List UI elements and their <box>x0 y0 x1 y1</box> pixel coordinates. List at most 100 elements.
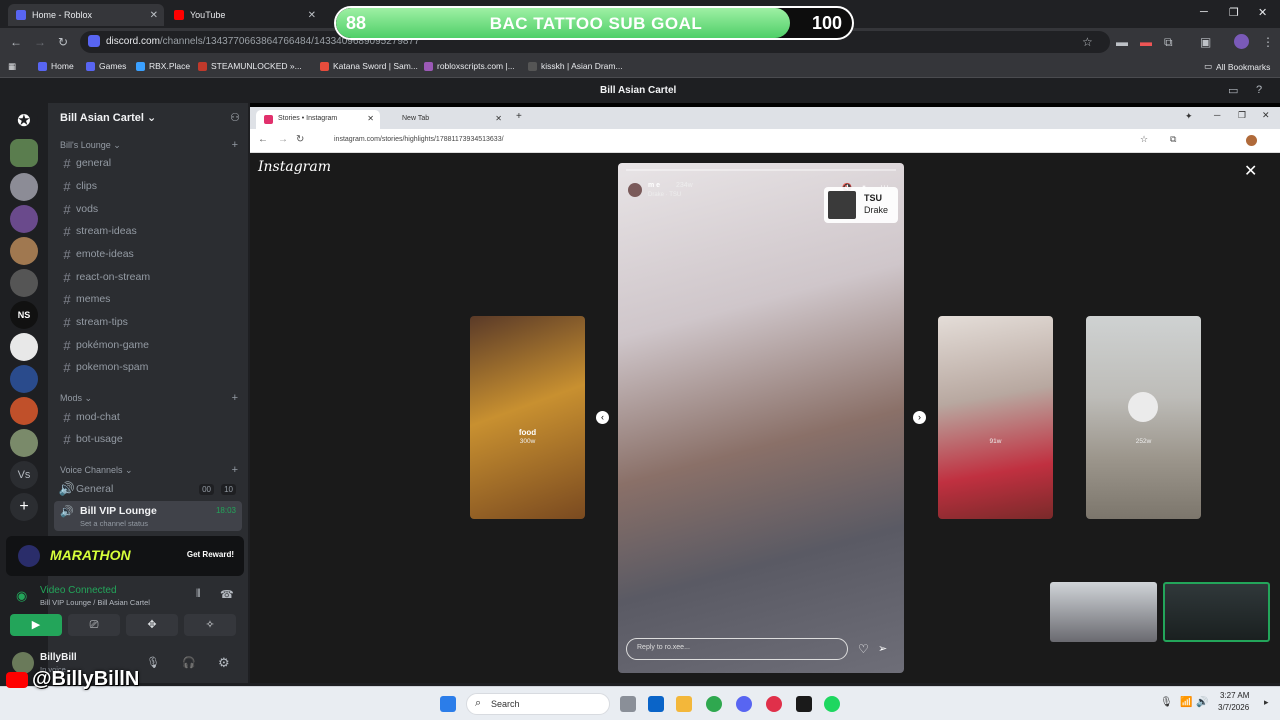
extension-red-icon[interactable]: ▬ <box>1140 35 1152 49</box>
forward-icon[interactable]: → <box>278 134 288 145</box>
profile-avatar[interactable] <box>1246 135 1257 146</box>
spotify-icon[interactable] <box>824 696 840 712</box>
maximize-icon[interactable]: ❐ <box>1229 6 1239 19</box>
server-icon[interactable] <box>10 139 38 167</box>
music-sticker[interactable]: TSU Drake <box>824 187 898 223</box>
server-icon[interactable] <box>10 333 38 361</box>
ig-tab-stories[interactable]: Stories • Instagram ✕ <box>256 110 380 129</box>
chevron-right-icon[interactable]: › <box>913 411 926 424</box>
channel-stream-tips[interactable]: # stream-tips <box>58 312 240 332</box>
highlight-food[interactable]: food 300w <box>470 316 585 519</box>
bookmark-home[interactable]: Home <box>38 61 74 71</box>
channel-bot-usage[interactable]: # bot-usage <box>58 429 240 449</box>
channel-status[interactable]: Set a channel status <box>80 519 148 528</box>
category-voice-channels[interactable]: Voice Channels ⌄ <box>60 465 133 476</box>
new-tab-icon[interactable]: + <box>516 111 522 122</box>
channel-general[interactable]: # general <box>58 153 240 173</box>
channel-react-on-stream[interactable]: # react-on-stream <box>58 267 240 287</box>
bookmark-rbxplace[interactable]: RBX.Place <box>136 61 190 71</box>
all-bookmarks[interactable]: ▭ All Bookmarks <box>1204 61 1270 72</box>
forward-icon[interactable]: → <box>34 35 46 49</box>
add-channel-icon[interactable]: + <box>232 139 238 151</box>
minimize-icon[interactable]: ─ <box>1200 6 1208 18</box>
invite-icon[interactable]: ⚇ <box>230 111 240 124</box>
close-icon[interactable]: ✕ <box>1244 161 1257 181</box>
ig-tab-new[interactable]: New Tab ✕ <box>384 110 508 129</box>
main-story[interactable]: m e 234w Drake · TSU 🔇 ⏸ ⋯ TSU Drake Rep… <box>618 163 904 673</box>
screen-share-button[interactable]: ⎚ <box>68 614 120 636</box>
discord-home-icon[interactable]: ✪ <box>10 107 38 135</box>
channel-vods[interactable]: # vods <box>58 199 240 219</box>
volume-icon[interactable]: 🔊 <box>1196 697 1208 708</box>
close-icon[interactable]: ✕ <box>367 114 374 123</box>
discord-icon[interactable] <box>736 696 752 712</box>
category-mods[interactable]: Mods ⌄ <box>60 393 92 404</box>
store-icon[interactable] <box>648 696 664 712</box>
reload-icon[interactable]: ↻ <box>58 35 68 49</box>
file-explorer-icon[interactable] <box>676 696 692 712</box>
clock-time[interactable]: 3:27 AM <box>1220 691 1249 700</box>
apps-icon[interactable]: ▦ <box>8 61 16 72</box>
maximize-icon[interactable]: ❐ <box>1238 110 1246 121</box>
headphones-icon[interactable]: 🎧 <box>182 656 196 669</box>
bookmark-kisskh[interactable]: kisskh | Asian Dram... <box>528 61 623 71</box>
wifi-icon[interactable]: 📶 <box>1180 697 1192 708</box>
voice-channel-general[interactable]: 🔊 General 00 10 <box>58 479 240 499</box>
server-ns-icon[interactable]: NS <box>10 301 38 329</box>
gemini-icon[interactable]: ✦ <box>1185 111 1193 122</box>
server-icon[interactable] <box>10 429 38 457</box>
server-icon[interactable] <box>10 205 38 233</box>
back-icon[interactable]: ← <box>10 35 22 49</box>
soundboard-button[interactable]: ✧ <box>184 614 236 636</box>
story-username[interactable]: m e <box>648 182 660 189</box>
add-channel-icon[interactable]: + <box>232 464 238 476</box>
bookmark-robloxscripts[interactable]: robloxscripts.com |... <box>424 61 515 71</box>
promo-banner[interactable]: MARATHON Get Reward! <box>6 536 244 576</box>
sidepanel-icon[interactable]: ▣ <box>1200 35 1211 49</box>
server-icon[interactable] <box>10 173 38 201</box>
extension-icon[interactable]: ⧉ <box>1170 134 1176 145</box>
activities-button[interactable]: ✥ <box>126 614 178 636</box>
clock-date[interactable]: 3/7/2026 <box>1218 703 1249 712</box>
close-window-icon[interactable]: ✕ <box>1258 6 1267 19</box>
chevron-left-icon[interactable]: ‹ <box>596 411 609 424</box>
star-icon[interactable]: ☆ <box>1140 134 1148 145</box>
star-icon[interactable]: ☆ <box>1082 35 1093 49</box>
reply-input[interactable]: Reply to ro.xee... <box>626 638 848 660</box>
noise-icon[interactable]: ⫴ <box>196 588 201 601</box>
channel-memes[interactable]: # memes <box>58 289 240 309</box>
close-icon[interactable]: ✕ <box>308 10 316 21</box>
chrome-icon[interactable] <box>706 696 722 712</box>
channel-pokemon-spam[interactable]: # pokemon-spam <box>58 357 240 377</box>
taskbar-search[interactable]: ⌕ Search <box>466 693 610 715</box>
avatar[interactable] <box>628 183 642 197</box>
tab-youtube[interactable]: YouTube ✕ <box>166 4 322 26</box>
minimize-icon[interactable]: ─ <box>1214 110 1220 120</box>
channel-clips[interactable]: # clips <box>58 176 240 196</box>
camera-button[interactable]: ▶ <box>10 614 62 636</box>
back-icon[interactable]: ← <box>258 134 268 145</box>
inbox-icon[interactable]: ▭ <box>1228 84 1238 97</box>
webcam-tile-active[interactable] <box>1163 582 1270 642</box>
opera-icon[interactable] <box>766 696 782 712</box>
channel-pokemon-game[interactable]: # pokémon-game <box>58 335 240 355</box>
server-icon[interactable] <box>10 237 38 265</box>
server-vs-icon[interactable]: Vs <box>10 461 38 489</box>
menu-icon[interactable]: ⋮ <box>1262 35 1274 49</box>
server-icon[interactable] <box>10 397 38 425</box>
instagram-logo[interactable]: Instagram <box>258 159 331 175</box>
puzzle-icon[interactable]: ⧉ <box>1164 35 1173 50</box>
server-name[interactable]: Bill Asian Cartel ⌄ <box>60 111 156 124</box>
settings-icon[interactable]: ⚙ <box>218 655 230 671</box>
extension-icon[interactable]: ▬ <box>1116 35 1128 49</box>
profile-avatar[interactable] <box>1234 34 1249 49</box>
bookmark-steamunlocked[interactable]: STEAMUNLOCKED »... <box>198 61 302 71</box>
close-icon[interactable]: ✕ <box>495 114 502 123</box>
server-icon[interactable] <box>10 269 38 297</box>
highlight-drink[interactable]: 91w <box>938 316 1053 519</box>
channel-emote-ideas[interactable]: # emote-ideas <box>58 244 240 264</box>
task-view-icon[interactable] <box>620 696 636 712</box>
story-song[interactable]: Drake · TSU <box>648 192 681 198</box>
notification-icon[interactable]: ▸ <box>1264 697 1269 708</box>
get-reward-button[interactable]: Get Reward! <box>187 550 234 559</box>
